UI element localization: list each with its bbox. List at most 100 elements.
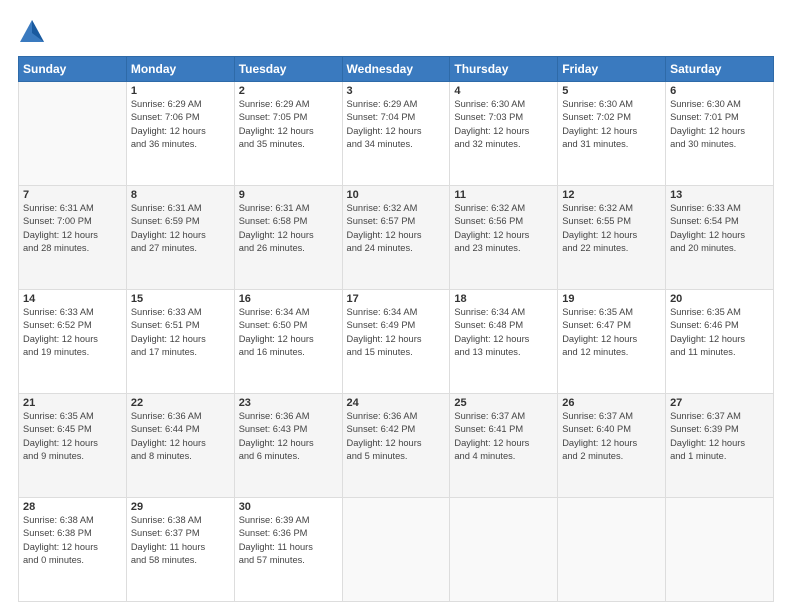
weekday-header: Friday — [558, 57, 666, 82]
day-number: 13 — [670, 189, 769, 201]
day-number: 2 — [239, 85, 338, 97]
calendar-cell: 29Sunrise: 6:38 AMSunset: 6:37 PMDayligh… — [126, 498, 234, 602]
sun-info: Sunrise: 6:29 AMSunset: 7:04 PMDaylight:… — [347, 98, 446, 152]
calendar-cell: 20Sunrise: 6:35 AMSunset: 6:46 PMDayligh… — [666, 290, 774, 394]
calendar-cell: 19Sunrise: 6:35 AMSunset: 6:47 PMDayligh… — [558, 290, 666, 394]
day-number: 8 — [131, 189, 230, 201]
sun-info: Sunrise: 6:34 AMSunset: 6:48 PMDaylight:… — [454, 306, 553, 360]
sun-info: Sunrise: 6:32 AMSunset: 6:56 PMDaylight:… — [454, 202, 553, 256]
day-number: 28 — [23, 501, 122, 513]
calendar-cell: 7Sunrise: 6:31 AMSunset: 7:00 PMDaylight… — [19, 186, 127, 290]
calendar-cell: 16Sunrise: 6:34 AMSunset: 6:50 PMDayligh… — [234, 290, 342, 394]
day-number: 12 — [562, 189, 661, 201]
calendar-cell — [342, 498, 450, 602]
calendar-cell — [666, 498, 774, 602]
day-number: 9 — [239, 189, 338, 201]
sun-info: Sunrise: 6:36 AMSunset: 6:42 PMDaylight:… — [347, 410, 446, 464]
sun-info: Sunrise: 6:31 AMSunset: 7:00 PMDaylight:… — [23, 202, 122, 256]
calendar-cell: 25Sunrise: 6:37 AMSunset: 6:41 PMDayligh… — [450, 394, 558, 498]
sun-info: Sunrise: 6:37 AMSunset: 6:40 PMDaylight:… — [562, 410, 661, 464]
sun-info: Sunrise: 6:30 AMSunset: 7:01 PMDaylight:… — [670, 98, 769, 152]
day-number: 18 — [454, 293, 553, 305]
day-number: 5 — [562, 85, 661, 97]
sun-info: Sunrise: 6:31 AMSunset: 6:59 PMDaylight:… — [131, 202, 230, 256]
sun-info: Sunrise: 6:36 AMSunset: 6:44 PMDaylight:… — [131, 410, 230, 464]
day-number: 27 — [670, 397, 769, 409]
sun-info: Sunrise: 6:33 AMSunset: 6:51 PMDaylight:… — [131, 306, 230, 360]
day-number: 19 — [562, 293, 661, 305]
sun-info: Sunrise: 6:31 AMSunset: 6:58 PMDaylight:… — [239, 202, 338, 256]
day-number: 16 — [239, 293, 338, 305]
header — [18, 18, 774, 46]
day-number: 17 — [347, 293, 446, 305]
sun-info: Sunrise: 6:30 AMSunset: 7:02 PMDaylight:… — [562, 98, 661, 152]
sun-info: Sunrise: 6:37 AMSunset: 6:41 PMDaylight:… — [454, 410, 553, 464]
logo-icon — [18, 18, 46, 46]
calendar-cell: 22Sunrise: 6:36 AMSunset: 6:44 PMDayligh… — [126, 394, 234, 498]
day-number: 10 — [347, 189, 446, 201]
day-number: 23 — [239, 397, 338, 409]
calendar-cell: 10Sunrise: 6:32 AMSunset: 6:57 PMDayligh… — [342, 186, 450, 290]
day-number: 29 — [131, 501, 230, 513]
day-number: 6 — [670, 85, 769, 97]
calendar-cell — [450, 498, 558, 602]
weekday-header: Wednesday — [342, 57, 450, 82]
weekday-header: Thursday — [450, 57, 558, 82]
weekday-header: Tuesday — [234, 57, 342, 82]
sun-info: Sunrise: 6:29 AMSunset: 7:05 PMDaylight:… — [239, 98, 338, 152]
calendar-cell: 13Sunrise: 6:33 AMSunset: 6:54 PMDayligh… — [666, 186, 774, 290]
day-number: 20 — [670, 293, 769, 305]
sun-info: Sunrise: 6:38 AMSunset: 6:37 PMDaylight:… — [131, 514, 230, 568]
sun-info: Sunrise: 6:37 AMSunset: 6:39 PMDaylight:… — [670, 410, 769, 464]
calendar-cell: 27Sunrise: 6:37 AMSunset: 6:39 PMDayligh… — [666, 394, 774, 498]
day-number: 1 — [131, 85, 230, 97]
day-number: 25 — [454, 397, 553, 409]
calendar-cell: 12Sunrise: 6:32 AMSunset: 6:55 PMDayligh… — [558, 186, 666, 290]
day-number: 7 — [23, 189, 122, 201]
day-number: 11 — [454, 189, 553, 201]
sun-info: Sunrise: 6:38 AMSunset: 6:38 PMDaylight:… — [23, 514, 122, 568]
sun-info: Sunrise: 6:36 AMSunset: 6:43 PMDaylight:… — [239, 410, 338, 464]
day-number: 4 — [454, 85, 553, 97]
sun-info: Sunrise: 6:35 AMSunset: 6:45 PMDaylight:… — [23, 410, 122, 464]
calendar-cell: 6Sunrise: 6:30 AMSunset: 7:01 PMDaylight… — [666, 82, 774, 186]
sun-info: Sunrise: 6:33 AMSunset: 6:54 PMDaylight:… — [670, 202, 769, 256]
day-number: 3 — [347, 85, 446, 97]
logo — [18, 18, 50, 46]
day-number: 30 — [239, 501, 338, 513]
weekday-header: Sunday — [19, 57, 127, 82]
calendar-cell: 11Sunrise: 6:32 AMSunset: 6:56 PMDayligh… — [450, 186, 558, 290]
calendar-cell: 24Sunrise: 6:36 AMSunset: 6:42 PMDayligh… — [342, 394, 450, 498]
sun-info: Sunrise: 6:30 AMSunset: 7:03 PMDaylight:… — [454, 98, 553, 152]
day-number: 26 — [562, 397, 661, 409]
sun-info: Sunrise: 6:39 AMSunset: 6:36 PMDaylight:… — [239, 514, 338, 568]
day-number: 21 — [23, 397, 122, 409]
sun-info: Sunrise: 6:34 AMSunset: 6:49 PMDaylight:… — [347, 306, 446, 360]
calendar-cell: 4Sunrise: 6:30 AMSunset: 7:03 PMDaylight… — [450, 82, 558, 186]
calendar-cell: 21Sunrise: 6:35 AMSunset: 6:45 PMDayligh… — [19, 394, 127, 498]
sun-info: Sunrise: 6:35 AMSunset: 6:47 PMDaylight:… — [562, 306, 661, 360]
calendar-cell: 9Sunrise: 6:31 AMSunset: 6:58 PMDaylight… — [234, 186, 342, 290]
day-number: 24 — [347, 397, 446, 409]
calendar-cell: 26Sunrise: 6:37 AMSunset: 6:40 PMDayligh… — [558, 394, 666, 498]
calendar-cell: 2Sunrise: 6:29 AMSunset: 7:05 PMDaylight… — [234, 82, 342, 186]
calendar-cell: 30Sunrise: 6:39 AMSunset: 6:36 PMDayligh… — [234, 498, 342, 602]
calendar-cell: 1Sunrise: 6:29 AMSunset: 7:06 PMDaylight… — [126, 82, 234, 186]
sun-info: Sunrise: 6:32 AMSunset: 6:57 PMDaylight:… — [347, 202, 446, 256]
sun-info: Sunrise: 6:29 AMSunset: 7:06 PMDaylight:… — [131, 98, 230, 152]
day-number: 22 — [131, 397, 230, 409]
weekday-header: Monday — [126, 57, 234, 82]
calendar-cell: 17Sunrise: 6:34 AMSunset: 6:49 PMDayligh… — [342, 290, 450, 394]
page: SundayMondayTuesdayWednesdayThursdayFrid… — [0, 0, 792, 612]
sun-info: Sunrise: 6:32 AMSunset: 6:55 PMDaylight:… — [562, 202, 661, 256]
sun-info: Sunrise: 6:35 AMSunset: 6:46 PMDaylight:… — [670, 306, 769, 360]
calendar-cell — [558, 498, 666, 602]
calendar-cell: 18Sunrise: 6:34 AMSunset: 6:48 PMDayligh… — [450, 290, 558, 394]
calendar-cell: 3Sunrise: 6:29 AMSunset: 7:04 PMDaylight… — [342, 82, 450, 186]
calendar: SundayMondayTuesdayWednesdayThursdayFrid… — [18, 56, 774, 602]
sun-info: Sunrise: 6:34 AMSunset: 6:50 PMDaylight:… — [239, 306, 338, 360]
calendar-cell: 14Sunrise: 6:33 AMSunset: 6:52 PMDayligh… — [19, 290, 127, 394]
calendar-cell: 15Sunrise: 6:33 AMSunset: 6:51 PMDayligh… — [126, 290, 234, 394]
weekday-header: Saturday — [666, 57, 774, 82]
calendar-cell: 28Sunrise: 6:38 AMSunset: 6:38 PMDayligh… — [19, 498, 127, 602]
